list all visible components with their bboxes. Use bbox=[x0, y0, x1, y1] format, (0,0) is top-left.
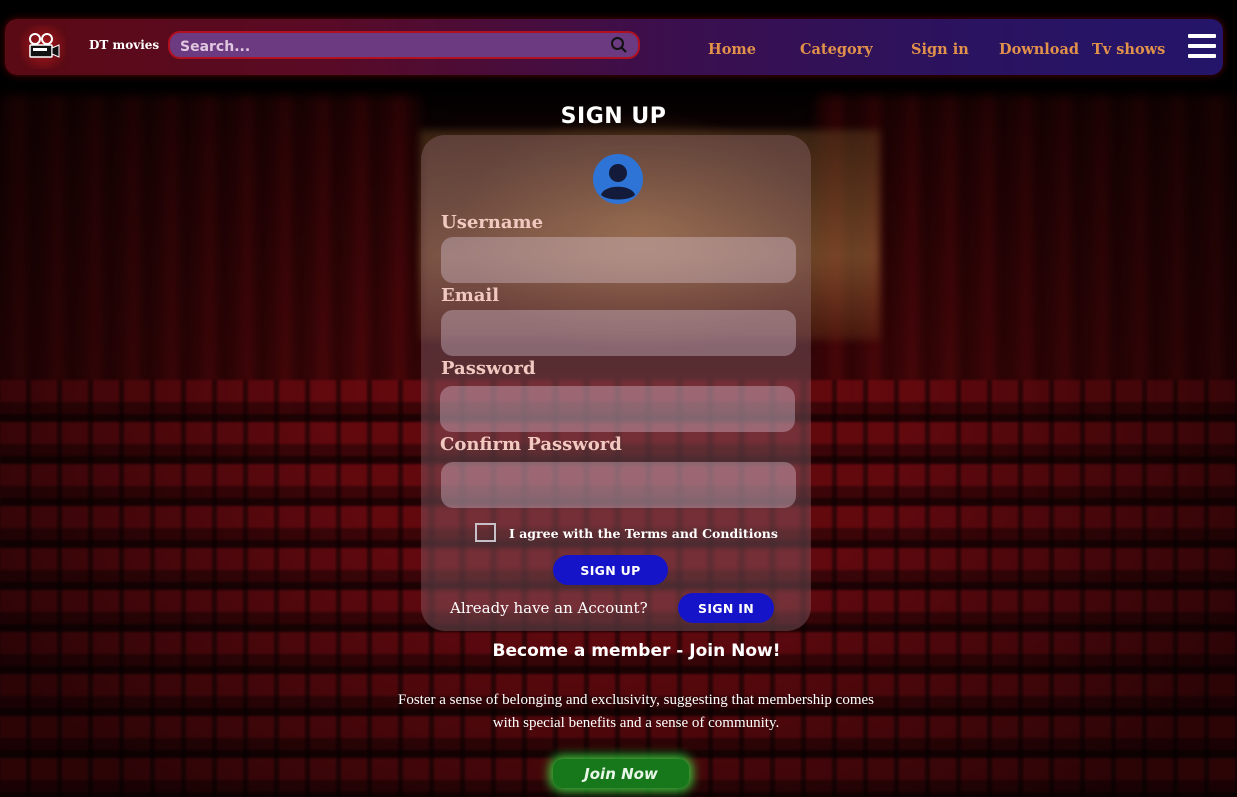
email-label: Email bbox=[441, 285, 500, 306]
username-field[interactable] bbox=[441, 237, 796, 283]
password-field[interactable] bbox=[440, 386, 795, 432]
promo-text-line-1: Foster a sense of belonging and exclusiv… bbox=[397, 692, 875, 708]
search-icon[interactable] bbox=[610, 36, 628, 59]
nav-tv-shows[interactable]: Tv shows bbox=[1092, 41, 1165, 58]
terms-checkbox[interactable] bbox=[475, 523, 496, 542]
terms-label: I agree with the Terms and Conditions bbox=[509, 526, 778, 541]
member-heading: Become a member - Join Now! bbox=[492, 641, 781, 661]
nav-category[interactable]: Category bbox=[800, 41, 873, 58]
brand-name[interactable]: DT movies bbox=[89, 38, 159, 52]
sign-in-button[interactable]: SIGN IN bbox=[678, 593, 774, 623]
user-avatar-icon bbox=[592, 153, 644, 205]
join-now-button[interactable]: Join Now bbox=[553, 759, 689, 788]
search-input[interactable] bbox=[178, 35, 602, 59]
nav-home[interactable]: Home bbox=[708, 41, 756, 58]
password-label: Password bbox=[441, 358, 536, 379]
promo-text: Foster a sense of belonging and exclusiv… bbox=[370, 689, 902, 735]
page-title: SIGN UP bbox=[560, 104, 667, 129]
sign-up-button[interactable]: SIGN UP bbox=[553, 555, 668, 585]
film-projector-icon[interactable] bbox=[20, 25, 66, 69]
navbar: DT movies Home Category Sign in Download… bbox=[5, 19, 1223, 75]
search-bar bbox=[168, 31, 640, 59]
hamburger-menu-icon[interactable] bbox=[1188, 34, 1216, 62]
nav-download[interactable]: Download bbox=[999, 41, 1079, 58]
email-field[interactable] bbox=[441, 310, 796, 356]
nav-sign-in[interactable]: Sign in bbox=[911, 41, 969, 58]
promo-text-line-2: with special benefits and a sense of com… bbox=[492, 715, 780, 731]
confirm-password-label: Confirm Password bbox=[440, 434, 622, 455]
username-label: Username bbox=[441, 212, 544, 233]
already-account-text: Already have an Account? bbox=[450, 599, 648, 617]
confirm-password-field[interactable] bbox=[441, 462, 796, 508]
